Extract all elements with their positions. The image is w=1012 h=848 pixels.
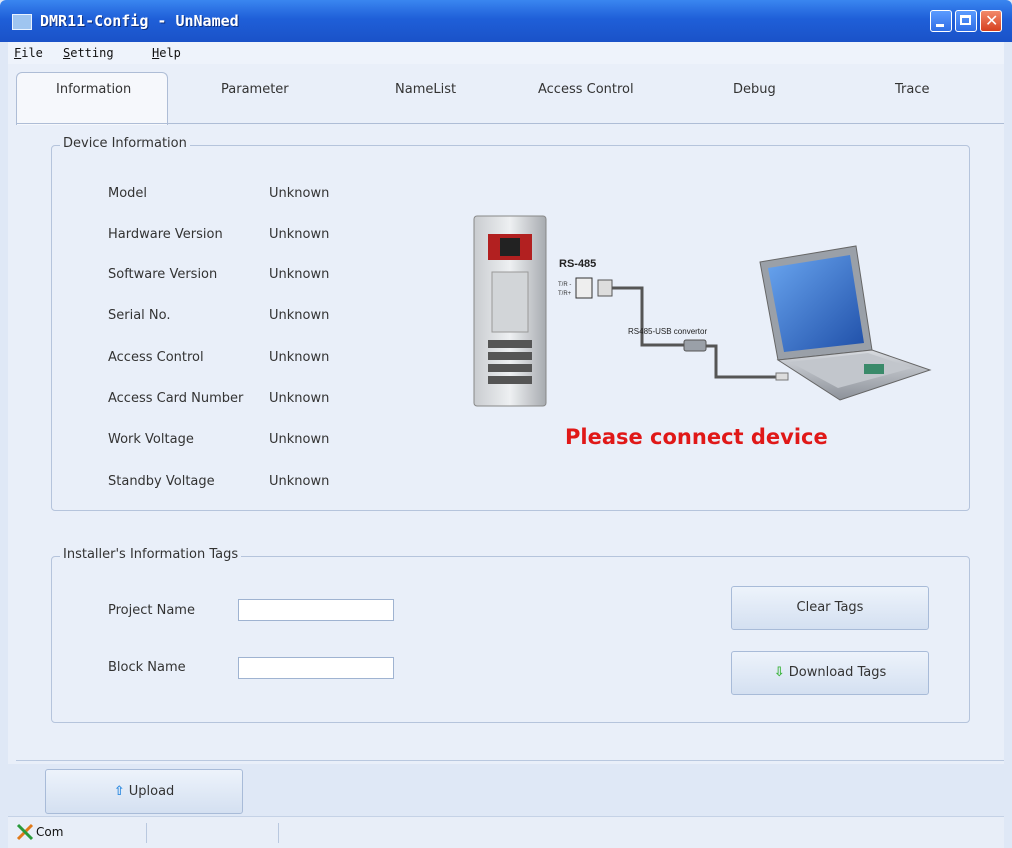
tab-underline <box>16 123 1004 124</box>
access-card-number-label: Access Card Number <box>108 391 244 406</box>
hardware-version-value: Unknown <box>269 227 330 242</box>
software-version-label: Software Version <box>108 267 218 282</box>
standby-voltage-value: Unknown <box>269 474 330 489</box>
work-voltage-label: Work Voltage <box>108 432 194 447</box>
serial-no-label: Serial No. <box>108 308 171 323</box>
terminal-block <box>575 277 593 299</box>
usb-plug <box>775 372 789 381</box>
access-control-value: Unknown <box>269 350 330 365</box>
usb-convertor <box>683 339 707 352</box>
hardware-version-label: Hardware Version <box>108 227 223 242</box>
bottom-separator <box>16 760 1004 761</box>
download-tags-button[interactable]: ⇩ Download Tags <box>731 651 929 695</box>
project-name-label: Project Name <box>108 603 195 618</box>
clear-tags-button[interactable]: Clear Tags <box>731 586 929 630</box>
tab-active-background <box>16 72 168 125</box>
app-icon <box>12 14 32 30</box>
installer-tags-group: Installer's Information Tags Project Nam… <box>51 547 970 723</box>
menu-setting[interactable]: Setting <box>63 46 114 60</box>
connection-diagram: RS-485 T/R - T/R+ RS485-USB convertor <box>473 215 932 407</box>
tr-minus-label: T/R - <box>558 282 571 288</box>
status-bar: Com <box>8 816 1004 848</box>
maximize-button[interactable] <box>955 10 977 32</box>
menu-help[interactable]: Help <box>152 46 181 60</box>
window-title: DMR11-Config - UnNamed <box>40 12 239 30</box>
minimize-button[interactable] <box>930 10 952 32</box>
rs485-label: RS-485 <box>559 258 596 270</box>
status-divider <box>146 823 147 843</box>
model-value: Unknown <box>269 186 330 201</box>
door-station-image <box>473 215 547 407</box>
title-bar: DMR11-Config - UnNamed ✕ <box>0 0 1012 42</box>
tab-strip: Information Parameter NameList Access Co… <box>8 64 1004 125</box>
com-disconnected-icon <box>16 823 34 841</box>
installer-tags-title: Installer's Information Tags <box>60 547 242 562</box>
block-name-label: Block Name <box>108 660 186 675</box>
standby-voltage-label: Standby Voltage <box>108 474 215 489</box>
download-arrow-icon: ⇩ <box>773 665 785 680</box>
usb-cable <box>706 344 778 379</box>
tab-parameter[interactable]: Parameter <box>221 82 289 97</box>
clear-tags-label: Clear Tags <box>796 600 864 615</box>
close-button[interactable]: ✕ <box>980 10 1002 32</box>
tab-trace[interactable]: Trace <box>895 82 930 97</box>
block-name-input[interactable] <box>238 657 394 679</box>
upload-arrow-icon: ⇧ <box>113 784 125 799</box>
convertor-label: RS485-USB convertor <box>628 327 707 336</box>
access-control-label: Access Control <box>108 350 204 365</box>
tab-access-control[interactable]: Access Control <box>538 82 634 97</box>
upload-label: Upload <box>128 784 175 799</box>
status-divider <box>278 823 279 843</box>
rs485-cable <box>612 286 692 347</box>
tr-plus-label: T/R+ <box>558 291 572 297</box>
tab-debug[interactable]: Debug <box>733 82 776 97</box>
connect-device-message: Please connect device <box>565 425 828 449</box>
software-version-value: Unknown <box>269 267 330 282</box>
download-tags-label: Download Tags <box>788 665 887 680</box>
upload-button[interactable]: ⇧ Upload <box>45 769 243 814</box>
menu-file[interactable]: File <box>14 46 43 60</box>
access-card-number-value: Unknown <box>269 391 330 406</box>
connector-plug <box>597 279 613 297</box>
device-information-title: Device Information <box>60 136 190 151</box>
close-icon: ✕ <box>985 11 999 30</box>
menu-bar: File Setting Help <box>8 42 1004 65</box>
serial-no-value: Unknown <box>269 308 330 323</box>
project-name-input[interactable] <box>238 599 394 621</box>
work-voltage-value: Unknown <box>269 432 330 447</box>
model-label: Model <box>108 186 148 201</box>
tab-namelist[interactable]: NameList <box>395 82 456 97</box>
com-status-label: Com <box>36 825 64 839</box>
tab-information[interactable]: Information <box>56 82 131 97</box>
